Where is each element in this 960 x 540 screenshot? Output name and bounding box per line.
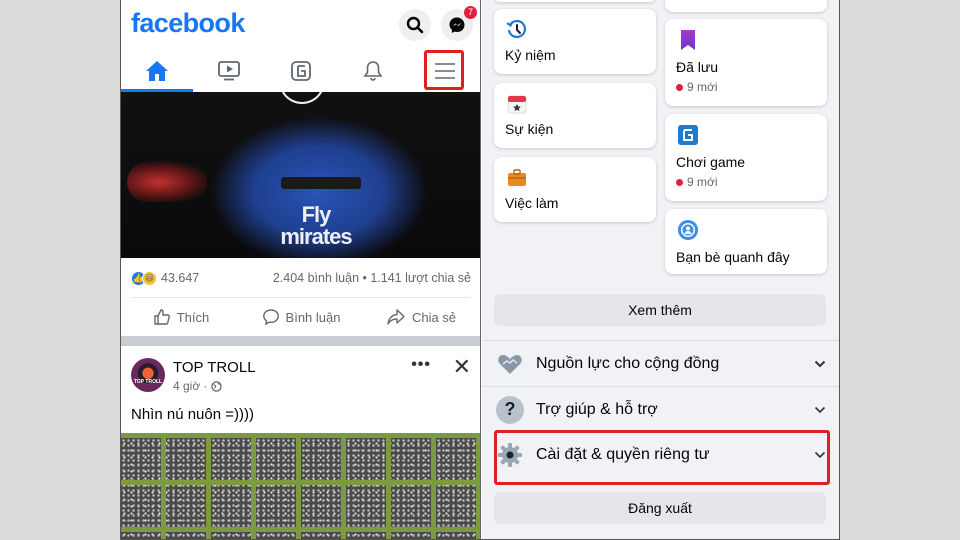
see-more-button[interactable]: Xem thêm	[494, 294, 826, 326]
haha-reaction-icon: 😆	[142, 270, 157, 286]
shortcut-card-nearby-friends[interactable]: Bạn bè quanh đây	[665, 209, 827, 274]
jobs-briefcase-icon	[506, 167, 528, 189]
menu-screen: Kỷ niệm Sự kiện Việc làm Đã lưu 9 mới Ch…	[482, 0, 839, 539]
bell-icon	[363, 61, 383, 81]
shirt-line-1: Fly	[301, 202, 332, 227]
post-author[interactable]: TOP TROLL	[173, 359, 256, 376]
post-actions: Thích Bình luận Chia sẻ	[121, 298, 480, 336]
gaming-app-icon	[677, 124, 699, 146]
shortcut-card-gaming[interactable]: Chơi game 9 mới	[665, 114, 827, 201]
memories-clock-icon	[506, 19, 528, 41]
comment-icon	[262, 309, 279, 326]
like-label: Thích	[176, 309, 210, 325]
partial-card-top-left[interactable]	[494, 0, 656, 2]
chevron-down-icon	[814, 357, 826, 371]
saved-new-count: 9 mới	[676, 80, 718, 94]
like-button[interactable]: Thích	[121, 298, 241, 336]
comment-button[interactable]: Bình luận	[241, 298, 361, 336]
tab-home[interactable]	[121, 50, 193, 92]
feed-screen: facebook 7 Fly mirates 👍 😆 43.647 2.404 …	[121, 0, 481, 539]
gaming-label: Chơi game	[676, 154, 746, 170]
events-calendar-icon	[506, 93, 528, 115]
saved-bookmark-icon	[677, 29, 699, 51]
reaction-icons[interactable]: 👍 😆	[131, 270, 157, 286]
memories-label: Kỷ niệm	[505, 47, 556, 63]
post-time[interactable]: 4 giờ ·	[173, 379, 208, 393]
screenshot-composite: facebook 7 Fly mirates 👍 😆 43.647 2.404 …	[120, 0, 840, 540]
thumbs-up-icon	[154, 309, 170, 325]
shirt-line-2: mirates	[280, 224, 352, 249]
messenger-icon	[449, 17, 465, 33]
search-icon	[406, 16, 424, 34]
post-separator	[121, 336, 480, 346]
post-meta: 4 giờ ·	[173, 379, 222, 393]
shortcut-card-saved[interactable]: Đã lưu 9 mới	[665, 19, 827, 106]
post-stats: 👍 😆 43.647 2.404 bình luận • 1.141 lượt …	[121, 258, 480, 298]
video-player[interactable]: Fly mirates	[121, 92, 480, 258]
new-dot-icon	[676, 178, 683, 186]
messenger-badge: 7	[464, 6, 477, 19]
shortcut-card-memories[interactable]: Kỷ niệm	[494, 9, 656, 74]
top-bar: facebook 7	[121, 0, 480, 50]
video-head-outline	[279, 92, 325, 104]
help-support-label: Trợ giúp & hỗ trợ	[536, 400, 658, 418]
post-text: Nhìn nú nuôn =))))	[131, 406, 254, 423]
post-more-options[interactable]: •••	[411, 356, 431, 374]
page-avatar[interactable]: TOP TROLL	[131, 358, 165, 392]
post-header: TOP TROLL TOP TROLL 4 giờ · ••• ✕	[121, 346, 480, 404]
chevron-down-icon	[814, 403, 826, 417]
tab-gaming[interactable]	[265, 50, 337, 92]
reaction-count[interactable]: 43.647	[161, 271, 199, 285]
tab-notifications[interactable]	[337, 50, 409, 92]
share-arrow-icon	[387, 309, 405, 325]
comments-shares-count[interactable]: 2.404 bình luận • 1.141 lượt chia sẻ	[273, 271, 471, 285]
menu-row-help-support[interactable]: ? Trợ giúp & hỗ trợ	[482, 386, 839, 432]
new-dot-icon	[676, 83, 683, 91]
partial-card-top-right[interactable]	[665, 0, 827, 12]
tab-watch[interactable]	[193, 50, 265, 92]
post-close-button[interactable]: ✕	[453, 354, 471, 380]
avatar-text: TOP TROLL	[133, 379, 163, 385]
saved-sub-label: 9 mới	[687, 80, 718, 94]
watch-video-icon	[218, 61, 240, 81]
share-label: Chia sẻ	[411, 309, 457, 325]
video-shirt-text: Fly mirates	[261, 204, 371, 248]
messenger-button[interactable]: 7	[441, 6, 477, 41]
logout-button[interactable]: Đăng xuất	[494, 492, 826, 524]
shortcut-card-events[interactable]: Sự kiện	[494, 83, 656, 148]
nearby-friends-icon	[677, 219, 699, 241]
jobs-label: Việc làm	[505, 195, 559, 211]
video-motorbike	[127, 162, 207, 202]
share-button[interactable]: Chia sẻ	[361, 298, 480, 336]
menu-highlight-box	[424, 50, 464, 90]
settings-highlight-box	[494, 430, 830, 485]
facebook-logo[interactable]: facebook	[131, 8, 245, 39]
handshake-heart-icon	[496, 350, 524, 378]
home-icon	[146, 61, 168, 81]
globe-icon	[210, 380, 222, 392]
search-button[interactable]	[399, 9, 431, 41]
nearby-friends-label: Bạn bè quanh đây	[676, 249, 790, 265]
comment-label: Bình luận	[285, 309, 341, 325]
help-question-icon: ?	[496, 395, 524, 424]
events-label: Sự kiện	[505, 121, 554, 137]
video-phone	[281, 177, 361, 189]
shortcut-card-jobs[interactable]: Việc làm	[494, 157, 656, 222]
gaming-icon	[291, 61, 311, 81]
menu-row-community-resources[interactable]: Nguồn lực cho cộng đồng	[482, 340, 839, 386]
post-image[interactable]	[121, 433, 480, 539]
gaming-new-count: 9 mới	[676, 175, 718, 189]
community-resources-label: Nguồn lực cho cộng đồng	[536, 354, 720, 372]
gaming-sub-label: 9 mới	[687, 175, 718, 189]
saved-label: Đã lưu	[676, 59, 719, 75]
